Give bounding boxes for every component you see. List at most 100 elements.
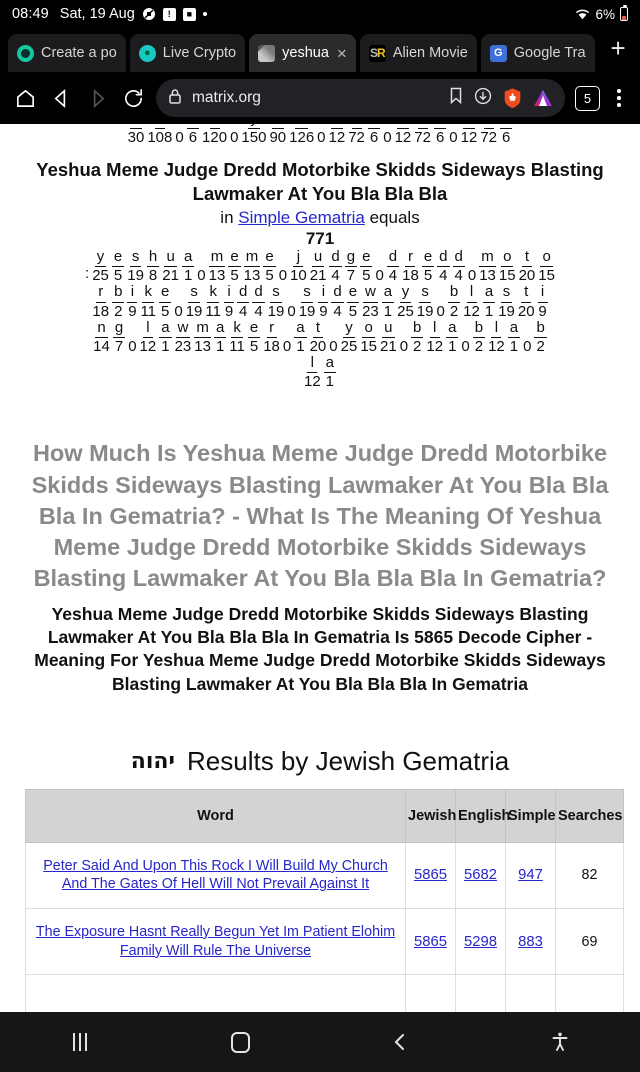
value: 19 [267,302,285,320]
english-link[interactable]: 5682 [464,867,497,883]
letter-value-fraction: s 19 [498,284,515,320]
letter-value-fraction: l 12 [488,319,505,355]
close-icon[interactable]: × [337,45,347,62]
value: 4 [454,267,463,285]
letter-value-fraction: b2 [472,319,486,355]
cell-simple: 883 [505,907,556,976]
home-icon[interactable] [8,81,42,115]
letter-value-fraction: s 19 [185,284,203,320]
space-value: 0 [449,129,458,147]
letter: m [243,248,261,268]
cell-word: The Exposure Hasnt Really Begun Yet Im P… [25,907,406,976]
space-value: 0 [282,338,292,356]
value: 108 [147,129,173,147]
value: 20 [517,302,535,320]
letter: i [318,284,329,303]
letter: m [479,248,496,268]
value: 12 [139,337,157,355]
url-bar[interactable]: matrix.org [156,79,565,117]
back-icon[interactable] [320,1031,480,1053]
letter-value-fraction: r108 [147,124,172,146]
tab-label: Live Crypto [162,45,237,61]
results-table-wrapper: Word Jewish English Simple Searches Pete… [0,788,640,1012]
brave-lion-icon[interactable] [502,87,523,109]
letter-value-fraction: r 18 [402,248,419,284]
triangle-icon[interactable] [532,87,554,109]
letter: j [293,248,304,268]
tab-google-translate[interactable]: G Google Tra [480,34,595,72]
space-value: 0 [287,302,296,320]
space-value: 0 [317,129,326,147]
letter-value-fraction: e5 [111,248,125,285]
space-value: 0 [197,267,206,285]
back-icon[interactable] [44,81,78,115]
column-header-english[interactable]: English [455,788,510,843]
column-header-simple[interactable]: Simple [505,788,556,843]
breakdown-row: r 18 b 2 i 9 k 11 e 5 0 s 19 k 11 i 9 d 4 d 4 s 19 0 s 19 i 9 d 4 e 5 w 2… [6,284,634,319]
url-text[interactable]: matrix.org [192,89,439,107]
breakdown-row: : y 25 e 5 s 19 h 8 u 21 a 1 0 m 13 e 5 m 13 e 5 0 j 10 u 21 d 4 g 7 e 5… [6,248,634,285]
browser-tab-strip[interactable]: Create a po ● Live Crypto yeshua × SR Al… [0,28,640,72]
new-tab-button[interactable]: + [601,35,636,66]
value: 6 [369,129,379,147]
word-link[interactable]: The Exposure Hasnt Really Begun Yet Im P… [36,924,395,959]
letter: d [452,248,465,268]
letter: i [127,284,138,303]
cipher-suffix: equals [364,207,420,227]
space-value: 0 [175,129,184,147]
row-lead: : [85,265,90,283]
column-header-jewish[interactable]: Jewish [405,788,456,843]
letter-value-fraction: b2 [411,319,424,355]
value: 150 [241,129,267,147]
letter-value-fraction: n 14 [93,319,110,355]
cipher-link[interactable]: Simple Gematria [238,208,365,227]
forward-icon[interactable] [80,81,114,115]
reload-icon[interactable] [116,81,150,115]
english-link[interactable]: 5298 [464,934,497,950]
bookmark-icon[interactable] [448,86,464,110]
tab-yeshua[interactable]: yeshua × [249,34,356,72]
value: 19 [416,302,434,320]
tab-live-crypto[interactable]: ● Live Crypto [129,34,246,72]
home-icon[interactable] [160,1031,320,1053]
value: 21 [162,267,179,285]
word-link[interactable]: Peter Said And Upon This Rock I Will Bui… [43,858,388,893]
accessibility-icon[interactable] [480,1031,640,1053]
letter: s [419,284,431,303]
letter: r [266,319,277,338]
kebab-menu-icon[interactable] [606,89,632,107]
letter: w [175,319,191,338]
recents-icon[interactable] [0,1033,160,1051]
letter-value-fraction: y 25 [92,248,109,284]
column-header-word[interactable]: Word [25,788,406,843]
column-header-searches[interactable]: Searches [555,788,624,843]
tab-count-button[interactable]: 5 [575,85,600,111]
letter: r [405,248,416,268]
value: 5 [113,267,123,285]
letter: s [270,284,282,303]
letter: w [363,284,378,303]
browser-toolbar[interactable]: matrix.org 5 [0,72,640,124]
android-nav-bar[interactable] [0,1012,640,1072]
jewish-link[interactable]: 5865 [414,934,447,950]
letter-value-fraction: d4 [331,284,344,319]
letter: i [537,284,548,303]
letter: m [194,319,211,338]
value: 8 [148,267,158,285]
cell-english: 5298 [455,907,506,976]
cell-jewish: 5865 [405,841,456,909]
download-icon[interactable] [473,86,493,111]
letter: t [521,284,532,303]
value: 5 [423,267,433,285]
jewish-link[interactable]: 5865 [414,867,447,883]
tab-create-a-post[interactable]: Create a po [8,34,126,72]
simple-link[interactable]: 883 [518,934,543,950]
letter: e [247,319,261,338]
google-translate-icon: G [489,44,507,62]
value: 19 [185,302,203,320]
simple-link[interactable]: 947 [518,867,543,883]
letter-value-fraction: y 25 [341,319,358,355]
letter-value-fraction: i9 [127,284,138,319]
value: 13 [194,337,211,355]
tab-alien-movie[interactable]: SR Alien Movie [359,34,477,72]
